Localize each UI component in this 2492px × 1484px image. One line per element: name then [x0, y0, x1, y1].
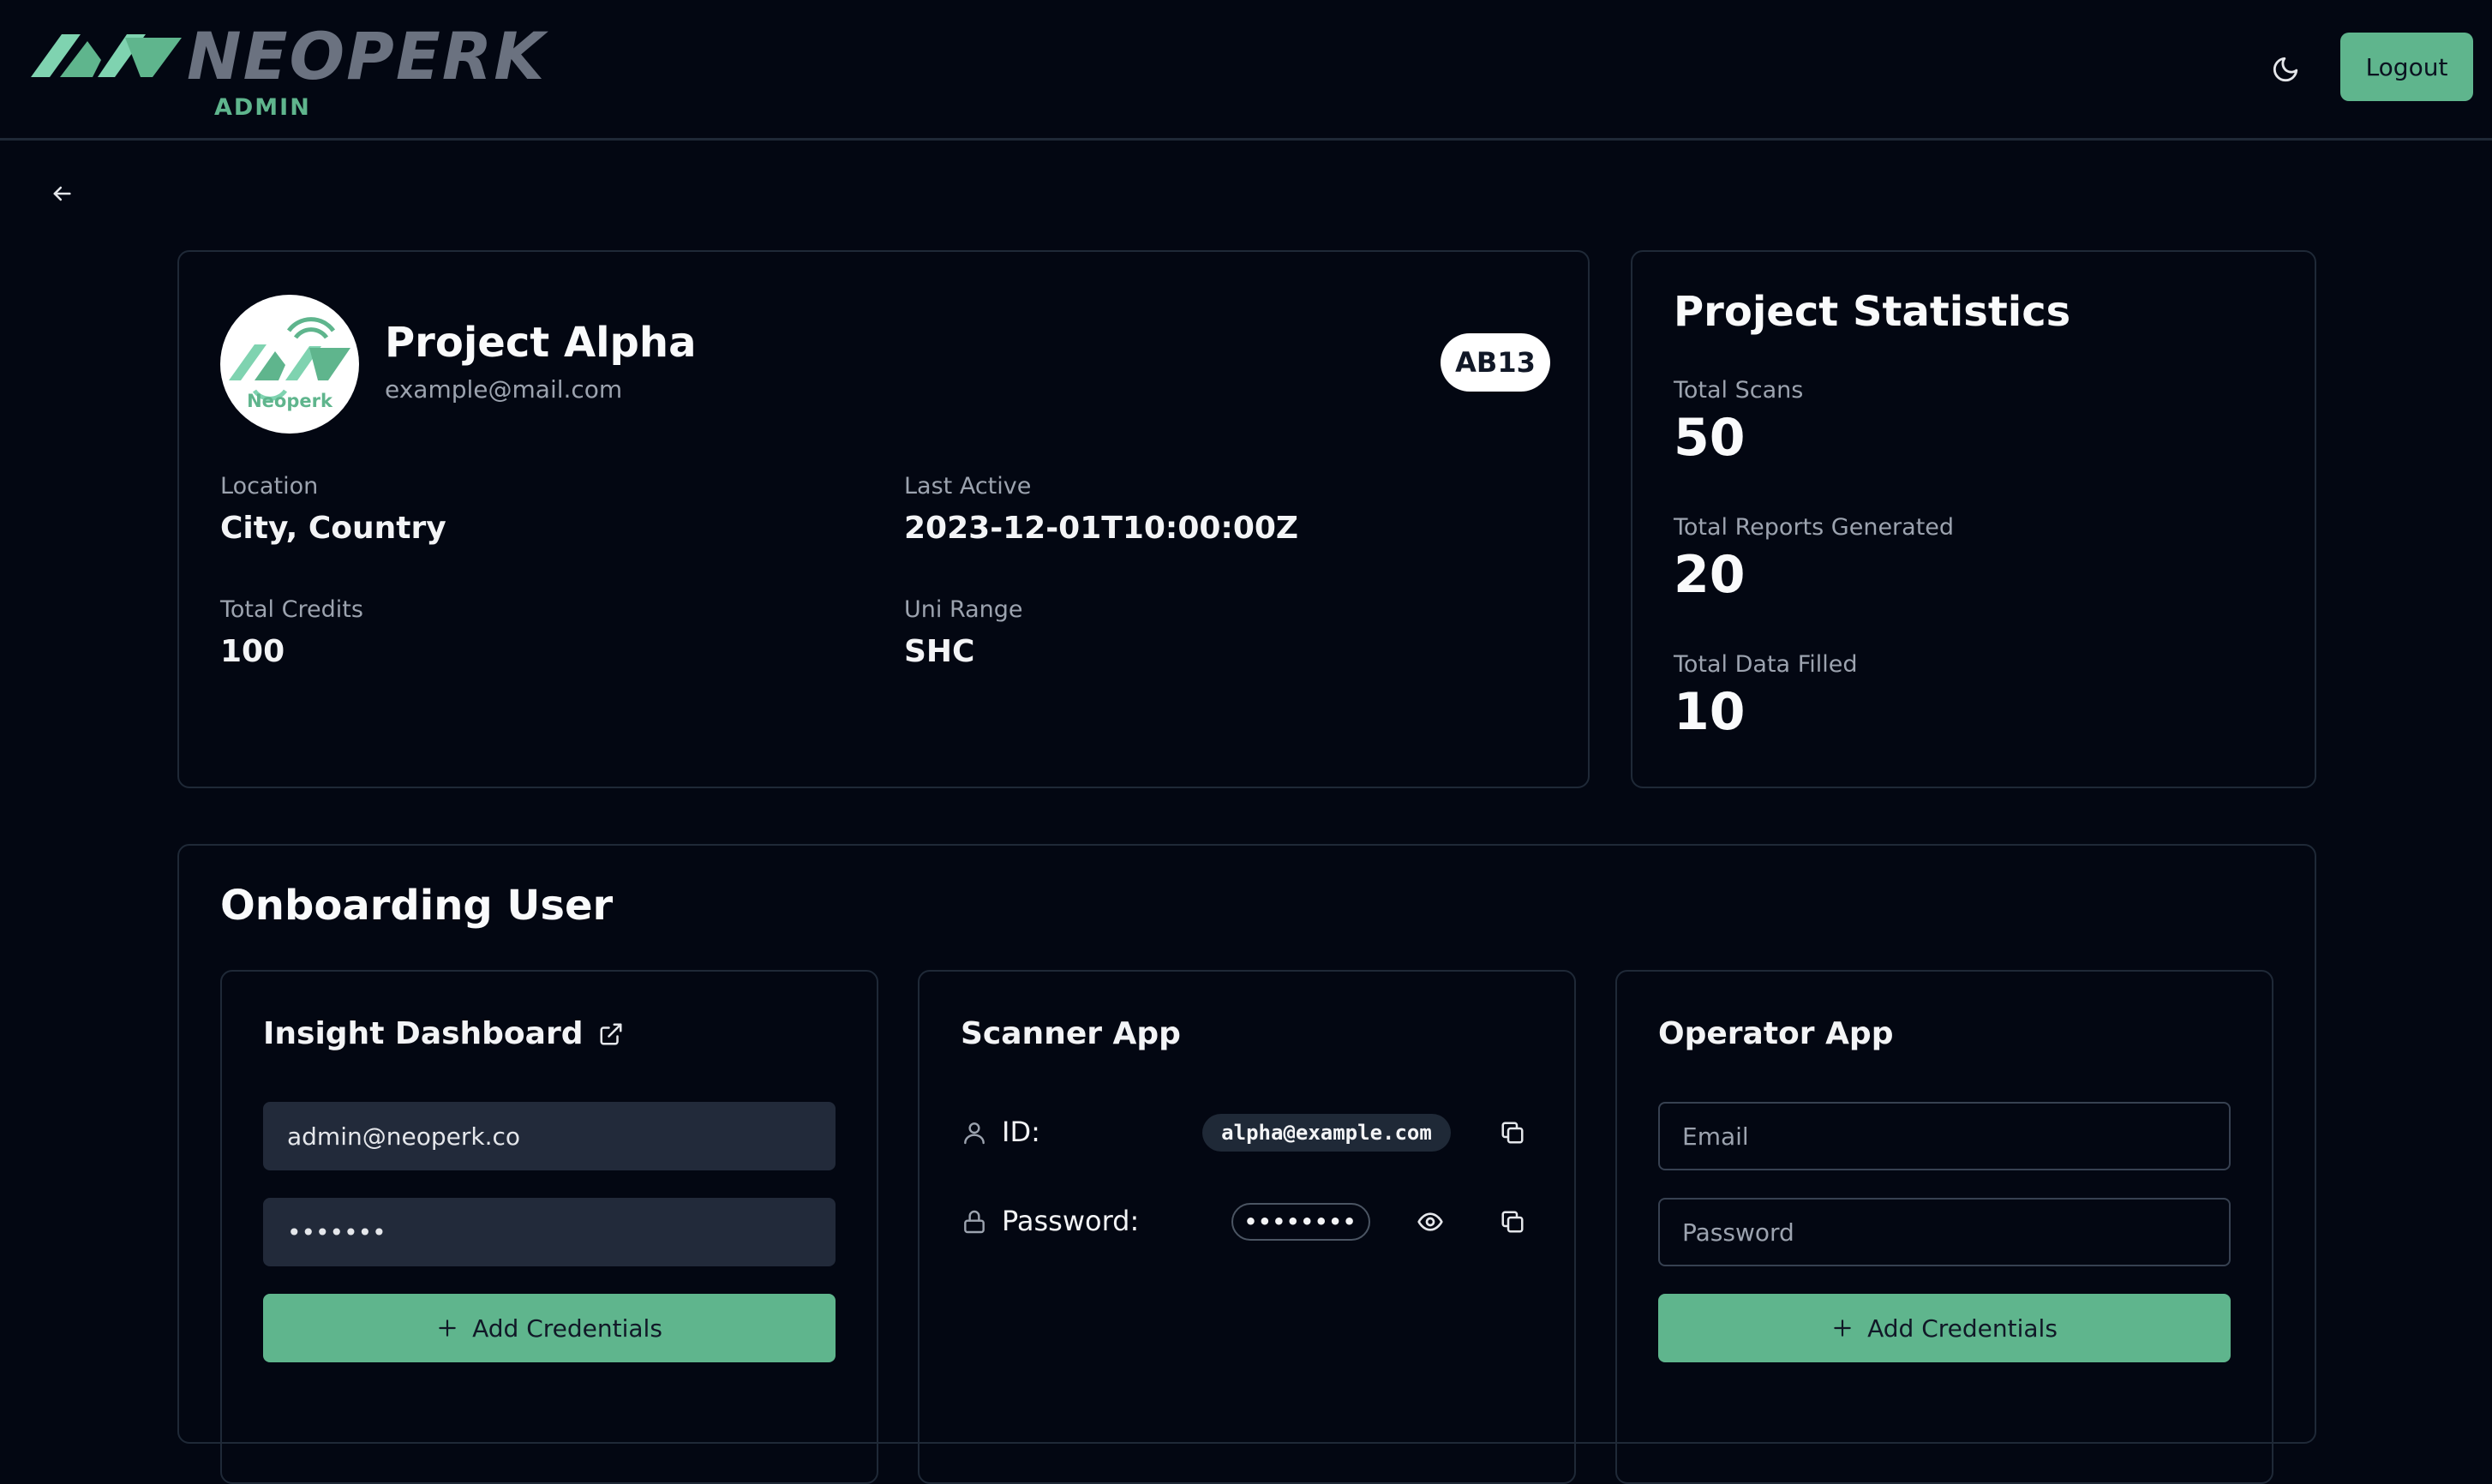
uni-range-label: Uni Range — [904, 596, 1023, 623]
operator-add-credentials-button[interactable]: Add Credentials — [1658, 1294, 2231, 1362]
insight-dashboard-panel: Insight Dashboard Add Credentials — [220, 970, 878, 1484]
project-code-badge: AB13 — [1441, 333, 1550, 392]
last-active-value: 2023-12-01T10:00:00Z — [904, 511, 1299, 546]
logout-button[interactable]: Logout — [2340, 33, 2473, 101]
location-value: City, Country — [220, 511, 446, 546]
avatar-label: Neoperk — [247, 391, 332, 411]
project-info-card: Neoperk Project Alpha example@mail.com A… — [177, 250, 1590, 788]
top-bar: NEOPERK ADMIN Logout — [0, 0, 2492, 141]
total-data-filled-label: Total Data Filled — [1674, 651, 1858, 678]
total-scans-label: Total Scans — [1674, 377, 1804, 404]
brand-name: NEOPERK — [187, 18, 547, 94]
copy-icon — [1501, 1211, 1524, 1233]
scanner-app-panel: Scanner App ID: alpha@example.com Passwo… — [918, 970, 1576, 1484]
insight-add-credentials-button[interactable]: Add Credentials — [263, 1294, 836, 1362]
operator-app-title: Operator App — [1658, 1016, 1894, 1051]
scanner-id-value: alpha@example.com — [1202, 1114, 1451, 1152]
copy-password-button[interactable] — [1495, 1205, 1530, 1239]
scanner-app-heading: Scanner App — [961, 1016, 1181, 1051]
operator-password-field[interactable] — [1658, 1198, 2231, 1266]
uni-range-value: SHC — [904, 634, 975, 669]
operator-add-credentials-label: Add Credentials — [1867, 1313, 2058, 1343]
show-password-button[interactable] — [1413, 1205, 1447, 1239]
back-button[interactable] — [45, 177, 79, 211]
onboarding-user-card: Onboarding User Insight Dashboard Add Cr… — [177, 844, 2316, 1484]
last-active-label: Last Active — [904, 473, 1032, 500]
scanner-id-row: ID: alpha@example.com — [961, 1112, 1543, 1153]
insight-dashboard-heading: Insight Dashboard — [263, 1016, 624, 1051]
insight-add-credentials-label: Add Credentials — [472, 1313, 662, 1343]
scanner-password-value: •••••••• — [1231, 1203, 1370, 1241]
brand-subtitle: ADMIN — [214, 94, 311, 121]
moon-icon — [2273, 57, 2298, 82]
arrow-left-icon — [53, 186, 71, 201]
project-name: Project Alpha — [385, 319, 697, 367]
project-avatar: Neoperk — [220, 295, 359, 434]
plus-icon — [1834, 1319, 1851, 1337]
copy-id-button[interactable] — [1495, 1116, 1530, 1150]
insight-password-field[interactable] — [263, 1198, 836, 1266]
total-reports-label: Total Reports Generated — [1674, 514, 1955, 541]
location-label: Location — [220, 473, 319, 500]
external-link-icon[interactable] — [598, 1021, 624, 1047]
total-data-filled-value: 10 — [1674, 682, 1746, 742]
logo-mark-icon — [31, 34, 182, 77]
scanner-app-title: Scanner App — [961, 1016, 1181, 1051]
brand-logo[interactable]: NEOPERK ADMIN — [31, 22, 544, 125]
plus-icon — [439, 1319, 456, 1337]
neoperk-logo-icon — [229, 317, 350, 401]
operator-app-heading: Operator App — [1658, 1016, 1893, 1051]
scanner-id-label: ID: — [1002, 1116, 1040, 1148]
total-credits-value: 100 — [220, 634, 285, 669]
onboarding-title: Onboarding User — [220, 882, 614, 930]
scanner-password-label: Password: — [1002, 1205, 1140, 1237]
user-icon — [964, 1122, 985, 1145]
project-email: example@mail.com — [385, 375, 623, 404]
theme-toggle-button[interactable] — [2262, 46, 2309, 93]
insight-email-field[interactable] — [263, 1102, 836, 1170]
total-scans-value: 50 — [1674, 408, 1746, 468]
total-reports-value: 20 — [1674, 545, 1746, 605]
insight-dashboard-title: Insight Dashboard — [263, 1016, 584, 1051]
eye-icon — [1417, 1212, 1443, 1231]
total-credits-label: Total Credits — [220, 596, 363, 623]
lock-icon — [964, 1210, 985, 1234]
copy-icon — [1501, 1122, 1524, 1144]
scanner-password-row: Password: •••••••• — [961, 1201, 1543, 1242]
operator-app-panel: Operator App Add Credentials — [1615, 970, 2273, 1484]
operator-email-field[interactable] — [1658, 1102, 2231, 1170]
project-statistics-card: Project Statistics Total Scans 50 Total … — [1631, 250, 2316, 788]
stats-title: Project Statistics — [1674, 288, 2071, 336]
